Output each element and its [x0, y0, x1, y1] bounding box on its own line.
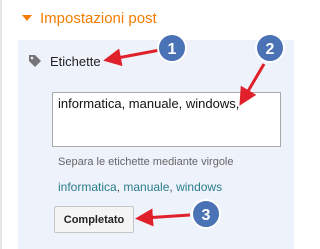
labels-suggestions: informatica, manuale, windows [58, 180, 222, 194]
section-title: Impostazioni post [40, 9, 157, 27]
labels-heading: Etichette [28, 53, 101, 69]
done-button[interactable]: Completato [54, 206, 134, 233]
left-divider [0, 0, 2, 249]
suggestion-informatica[interactable]: informatica [58, 180, 117, 194]
caret-down-icon[interactable] [22, 15, 32, 21]
labels-title: Etichette [50, 53, 101, 69]
labels-hint: Separa le etichette mediante virgole [58, 156, 234, 168]
labels-input[interactable] [52, 92, 281, 147]
tag-icon [29, 55, 41, 67]
post-settings-header[interactable]: Impostazioni post [22, 8, 157, 28]
suggestion-windows[interactable]: windows [176, 180, 222, 194]
suggestion-manuale[interactable]: manuale [123, 180, 169, 194]
